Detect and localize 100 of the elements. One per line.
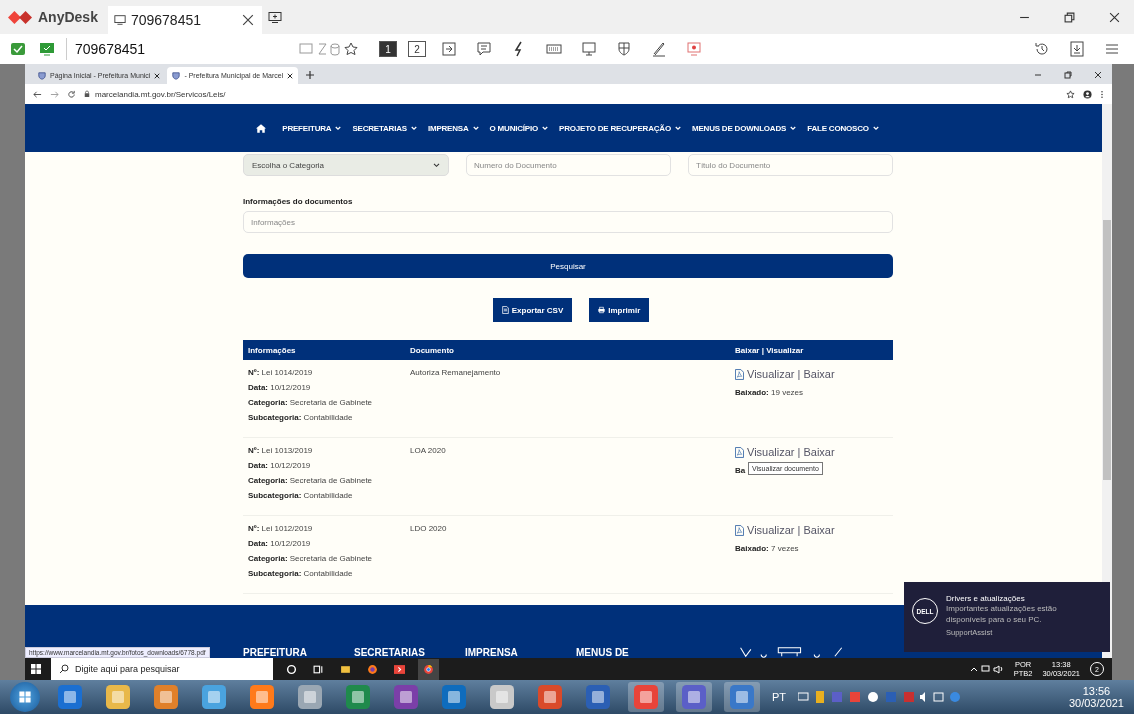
information-field[interactable]: Informações <box>243 211 893 233</box>
monitor-button[interactable]: 1 <box>379 41 397 57</box>
caret-icon <box>433 162 440 168</box>
close-icon[interactable] <box>241 14 254 26</box>
info-line: Data: 10/12/2019 <box>248 461 312 470</box>
footer-heading: PREFEITURA <box>243 647 308 658</box>
view-download-link[interactable]: Visualizar | Baixar <box>747 368 835 380</box>
column-header: Baixar | Visualizar <box>735 345 805 355</box>
history-icon[interactable] <box>1034 41 1050 57</box>
pen-icon[interactable] <box>651 41 667 57</box>
info-line: Data: 10/12/2019 <box>248 539 312 548</box>
url-field[interactable]: marcelandia.mt.gov.br/Servicos/Leis/ <box>95 89 226 99</box>
start-icon[interactable] <box>31 664 41 674</box>
browser-icon[interactable] <box>418 658 439 680</box>
document-title-field[interactable]: Título do Documento <box>688 154 893 176</box>
close-icon[interactable] <box>1109 11 1120 23</box>
session-tab[interactable]: 709678451 <box>107 6 262 34</box>
keyboard-icon[interactable] <box>546 41 562 57</box>
shield-icon[interactable] <box>616 41 632 57</box>
close-icon[interactable] <box>287 72 294 79</box>
app-name: AnyDesk <box>38 9 98 25</box>
download-count: Baixado: 19 vezes <box>735 388 804 397</box>
nav-menu-item[interactable]: SECRETARIAS <box>352 123 417 133</box>
pdf-file-icon <box>735 368 744 380</box>
new-tab-icon[interactable] <box>306 71 315 79</box>
search-icon <box>59 664 69 674</box>
monitor-button[interactable]: 2 <box>408 41 426 57</box>
clock-date[interactable]: 30/03/2021 <box>1068 697 1124 709</box>
anydesk-logo-icon <box>8 9 32 25</box>
remote-app-icon[interactable] <box>391 663 408 675</box>
home-icon[interactable] <box>256 123 267 133</box>
record-icon[interactable] <box>686 41 702 57</box>
address-field[interactable]: 709678451 <box>66 38 360 60</box>
scrollbar[interactable] <box>1102 104 1112 658</box>
document-name: LDO 2020 <box>410 524 448 535</box>
monitor-check-icon <box>39 42 55 56</box>
pdf-file-icon <box>735 446 744 458</box>
star-icon[interactable] <box>1066 89 1075 99</box>
document-number-field[interactable]: Numero do Documento <box>466 154 671 176</box>
view-download-link[interactable]: Visualizar | Baixar <box>747 524 835 536</box>
download-count: Baixado: 7 vezes <box>735 544 799 553</box>
category-dropdown[interactable]: Escolha o Categoria <box>243 154 449 176</box>
download-icon[interactable] <box>1069 41 1085 57</box>
download-count: Ba <box>735 466 746 475</box>
info-line: Categoria: Secretaria de Gabinete <box>248 554 374 563</box>
printer-icon <box>598 306 606 314</box>
chevron-down-icon <box>472 125 479 131</box>
monitor-icon[interactable] <box>581 41 597 57</box>
language-indicator[interactable]: PT <box>772 691 787 703</box>
more-icon[interactable] <box>1100 89 1104 99</box>
chevron-down-icon <box>674 125 681 131</box>
chevron-down-icon <box>335 125 342 131</box>
chat-icon[interactable] <box>476 41 492 57</box>
monitor-icon <box>113 14 126 26</box>
chevron-down-icon <box>410 125 417 131</box>
nav-menu-item[interactable]: PREFEITURA <box>282 123 342 133</box>
switch-sides-icon[interactable] <box>441 41 457 57</box>
close-icon[interactable] <box>1094 71 1102 79</box>
footer-heading: IMPRENSA <box>465 647 519 658</box>
nav-menu-item[interactable]: MENUS DE DOWNLOADS <box>691 123 797 133</box>
menu-icon[interactable] <box>1104 41 1120 57</box>
start-button[interactable] <box>10 682 40 712</box>
info-line: Subcategoria: Contabilidade <box>248 569 354 578</box>
profile-icon[interactable] <box>1083 89 1092 99</box>
lock-icon <box>84 90 90 98</box>
print-button[interactable]: Imprimir <box>589 298 650 322</box>
tray-icons-drawing <box>969 664 1004 674</box>
info-line: Subcategoria: Contabilidade <box>248 491 354 500</box>
notification-body: Importantes atualizações estão disponíveis para o seu PC. <box>946 603 1058 625</box>
nav-menu-item[interactable]: PROJETO DE RECUPERAÇÃO <box>559 123 681 133</box>
search-button[interactable]: Pesquisar <box>243 254 893 278</box>
footer-heading: SECRETARIAS <box>354 647 426 658</box>
pdf-file-icon <box>735 524 744 536</box>
info-line: Nº: Lei 1013/2019 <box>248 446 314 455</box>
connection-status-icon <box>10 42 26 56</box>
file-icon <box>501 306 509 314</box>
close-icon[interactable] <box>154 72 161 79</box>
chevron-down-icon <box>872 125 879 131</box>
back-icon[interactable] <box>33 89 42 99</box>
export-csv-button[interactable]: Exportar CSV <box>492 298 573 322</box>
restore-icon[interactable] <box>1064 71 1072 79</box>
nav-menu-item[interactable]: FALE CONOSCO <box>807 123 879 133</box>
restore-icon[interactable] <box>1064 11 1075 23</box>
info-line: Nº: Lei 1012/2019 <box>248 524 314 533</box>
view-download-link[interactable]: Visualizar | Baixar <box>747 446 835 458</box>
footer-heading: MENUS DE <box>576 647 630 658</box>
reload-icon[interactable] <box>67 89 76 99</box>
nav-menu-item[interactable]: IMPRENSA <box>427 123 479 133</box>
clock-time[interactable]: 13:56 <box>1082 685 1111 697</box>
new-tab-icon[interactable] <box>267 10 282 24</box>
taskbar-search-field[interactable]: Digite aqui para pesquisar <box>51 658 273 680</box>
nav-menu-item[interactable]: O MUNICÍPIO <box>489 123 549 133</box>
info-line: Categoria: Secretaria de Gabinete <box>248 476 374 485</box>
document-name: Autoriza Remanejamento <box>410 368 502 379</box>
address-tools-icon <box>298 42 360 56</box>
info-line: Data: 10/12/2019 <box>248 383 312 392</box>
windows-logo-icon <box>18 690 32 704</box>
info-line: Nº: Lei 1014/2019 <box>248 368 314 377</box>
chevron-down-icon <box>542 125 549 131</box>
crest-icon <box>38 71 46 80</box>
